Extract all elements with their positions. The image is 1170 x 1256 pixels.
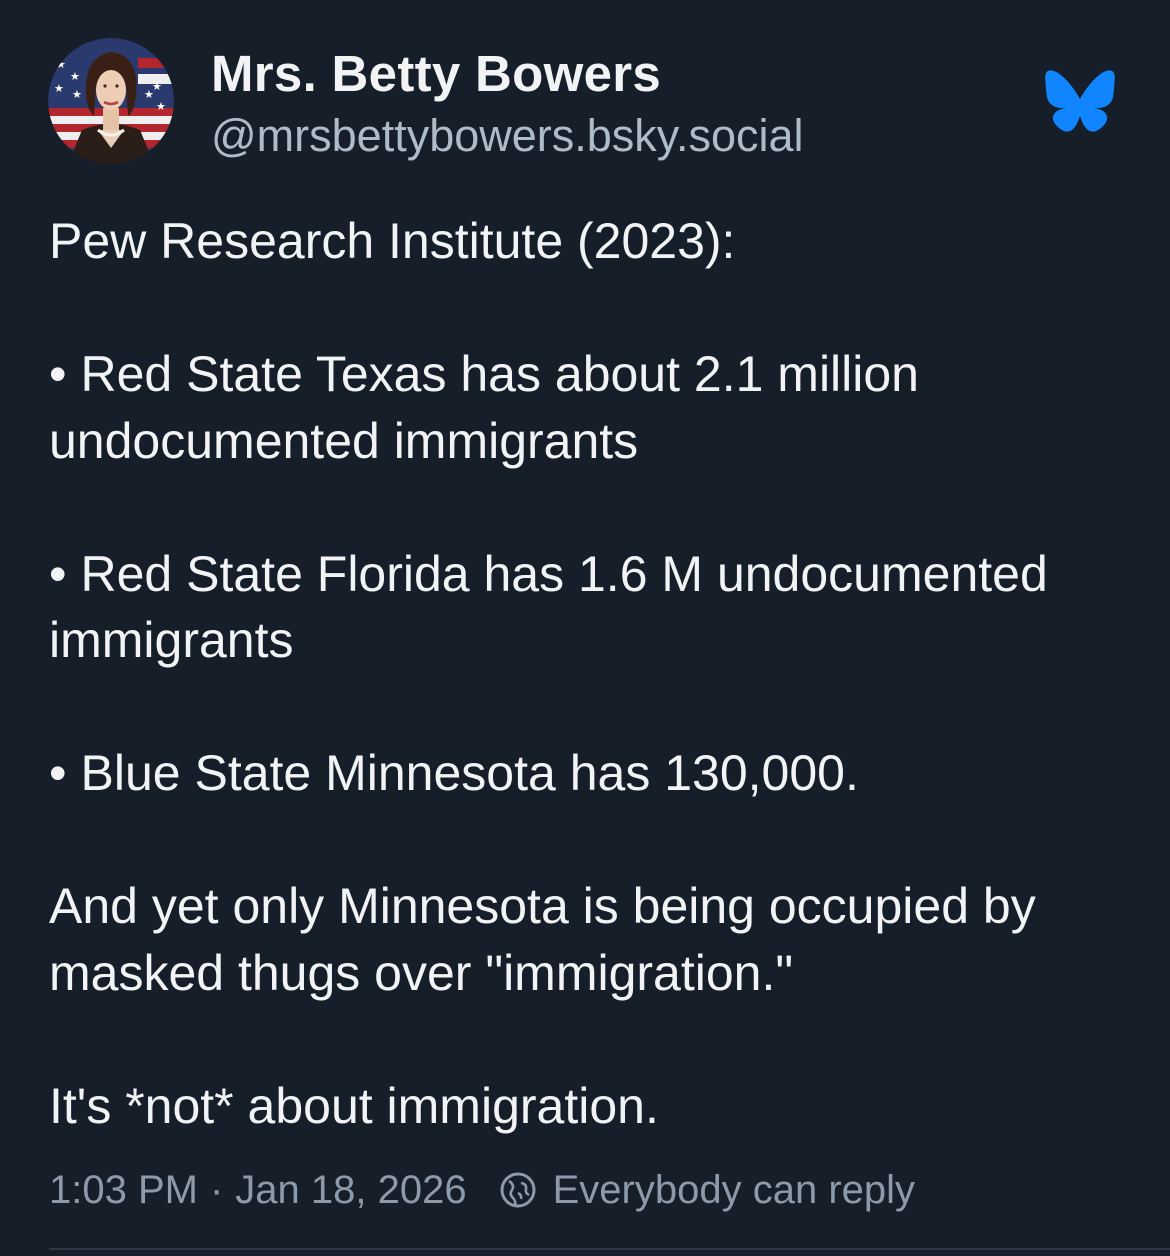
post-date: Jan 18, 2026	[235, 1167, 467, 1212]
author-display-name[interactable]: Mrs. Betty Bowers	[211, 44, 661, 104]
author-handle[interactable]: @mrsbettybowers.bsky.social	[211, 108, 804, 164]
bluesky-butterfly-icon	[1045, 70, 1115, 132]
author-avatar[interactable]: ★ ★ ★ ★ ★ ★ ★	[48, 38, 174, 164]
post-thread-item: ★ ★ ★ ★ ★ ★ ★ Mrs. Betty Bowers @mrsbett…	[0, 0, 1170, 1256]
bullet-text: Red State Texas has about 2.1 million un…	[49, 346, 919, 469]
post-meta: 1:03 PM · Jan 18, 2026 Everybody can rep…	[49, 1164, 915, 1216]
bullet-dot: •	[49, 545, 67, 602]
post-text: Pew Research Institute (2023): • Red Stat…	[49, 208, 1134, 1139]
svg-text:★: ★	[72, 88, 82, 101]
svg-text:★: ★	[156, 100, 166, 113]
bullet-item: • Blue State Minnesota has 130,000.	[49, 740, 1134, 807]
reply-settings-button[interactable]: Everybody can reply	[499, 1168, 915, 1213]
svg-text:★: ★	[70, 70, 80, 83]
divider	[49, 1248, 1170, 1250]
post-paragraph: And yet only Minnesota is being occupied…	[49, 878, 1036, 1001]
post-time: 1:03 PM	[49, 1167, 198, 1212]
avatar-photo: ★★ ★ ★ ★★ ★	[48, 38, 174, 164]
bullet-text: Blue State Minnesota has 130,000.	[80, 745, 859, 801]
bullet-dot: •	[49, 745, 67, 801]
bullet-item: • Red State Texas has about 2.1 million u…	[49, 341, 1134, 474]
svg-text:★: ★	[56, 58, 66, 71]
reply-settings-label: Everybody can reply	[552, 1167, 916, 1212]
post-intro: Pew Research Institute (2023):	[49, 213, 736, 269]
svg-text:★: ★	[54, 82, 64, 95]
globe-icon	[500, 1172, 536, 1208]
bullet-item: • Red State Florida has 1.6 M undocumente…	[49, 541, 1134, 674]
svg-text:★: ★	[152, 80, 162, 93]
post-paragraph: It's *not* about immigration.	[49, 1077, 659, 1134]
bullet-dot: •	[49, 346, 67, 402]
meta-separator: ·	[209, 1167, 224, 1212]
bullet-text: Red State Florida has 1.6 M undocumented…	[49, 545, 1048, 669]
